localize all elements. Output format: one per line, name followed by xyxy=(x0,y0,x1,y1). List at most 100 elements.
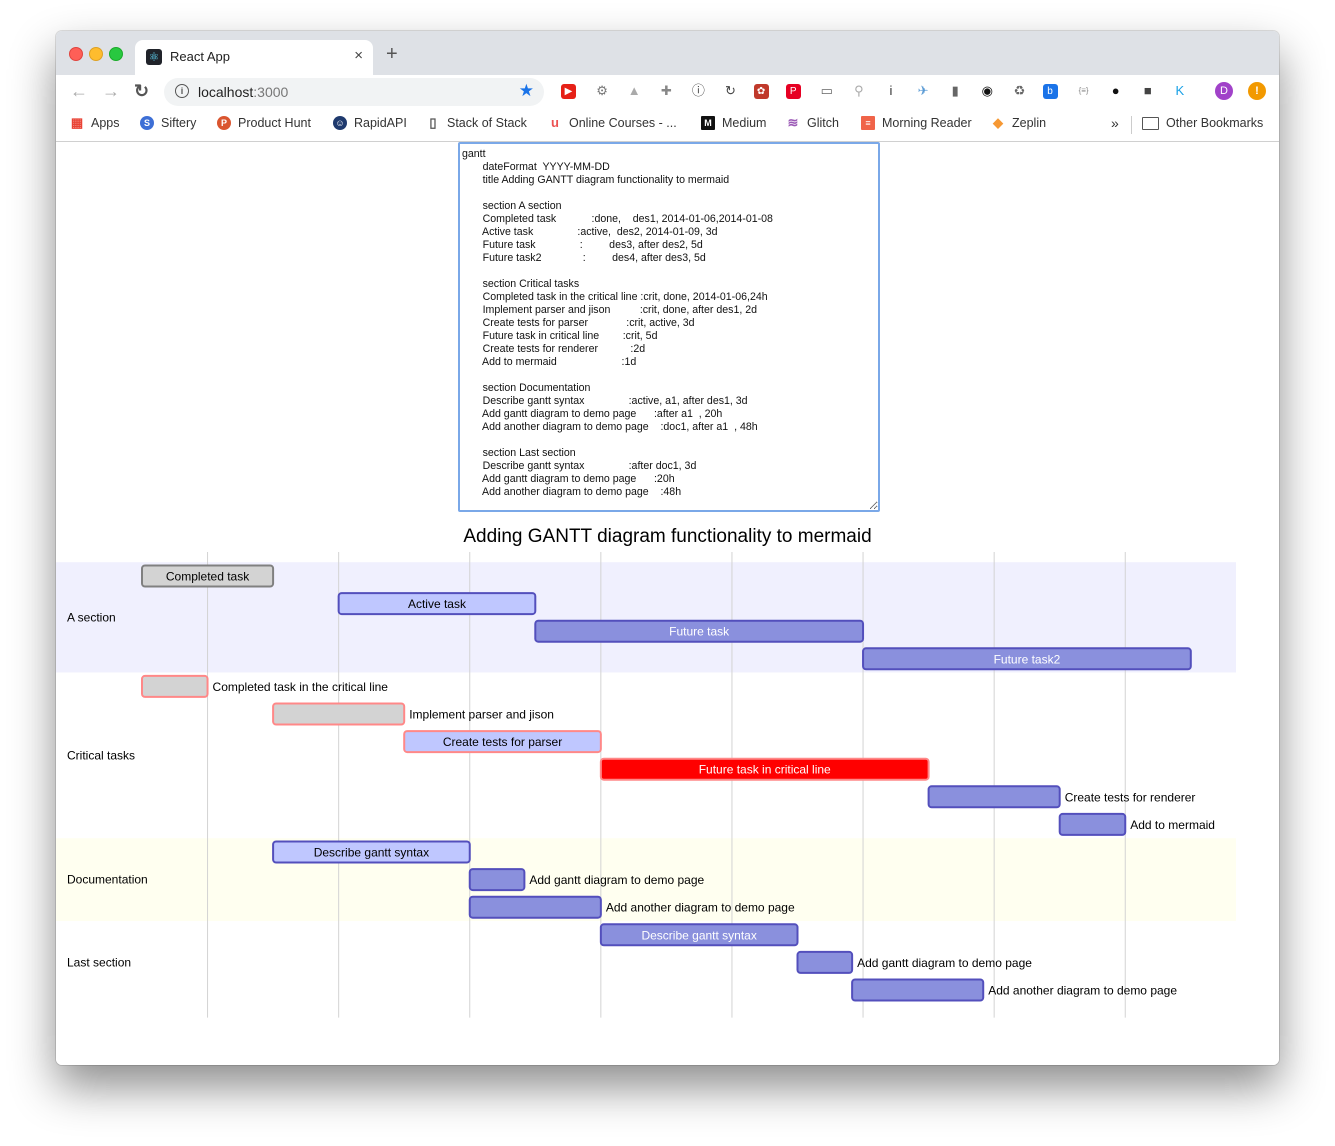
task-label: Add gantt diagram to demo page xyxy=(529,873,704,887)
bookmark-morning-reader[interactable]: ≡ Morning Reader xyxy=(861,116,972,130)
section-label: Documentation xyxy=(67,873,148,887)
task-bar[interactable] xyxy=(468,868,526,892)
bookmark-online-courses[interactable]: u Online Courses - ... xyxy=(548,115,677,131)
dot-ext-icon[interactable]: ● xyxy=(1107,82,1125,100)
bookmark-apps[interactable]: ▦ Apps xyxy=(70,115,120,131)
eye-ext-icon[interactable]: ◉ xyxy=(978,82,996,100)
bookmark-label: Stack of Stack xyxy=(447,116,527,130)
task-bar[interactable] xyxy=(1058,812,1127,836)
back-button[interactable]: ← xyxy=(70,81,88,102)
page-content: Adding GANTT diagram functionality to me… xyxy=(56,142,1279,1065)
bookmark-label: Online Courses - ... xyxy=(569,116,677,130)
section-label: A section xyxy=(67,610,116,624)
bookmarks-bar: ▦ Apps S Siftery P Product Hunt ☺ RapidAPI ▯ Stac… xyxy=(56,109,1279,142)
maximize-window-button[interactable] xyxy=(109,47,123,61)
udemy-icon: u xyxy=(551,115,559,130)
profile-avatar[interactable]: D xyxy=(1215,82,1233,100)
close-tab-icon[interactable]: × xyxy=(354,47,363,64)
close-window-button[interactable] xyxy=(69,47,83,61)
task-bar[interactable] xyxy=(796,950,854,974)
recycle-ext-icon[interactable]: ♻ xyxy=(1010,82,1028,100)
tab-react-app[interactable]: ⚛ React App × xyxy=(135,40,373,75)
other-bookmarks[interactable]: Other Bookmarks xyxy=(1142,116,1263,130)
browser-window: ⚛ React App × + ← → ↻ i localhost:3000 ★… xyxy=(56,31,1279,1065)
bookmark-glitch[interactable]: ≋ Glitch xyxy=(786,116,839,131)
zeplin-icon: ◆ xyxy=(993,115,1003,130)
task-label: Future task xyxy=(669,625,730,639)
bookmark-siftery[interactable]: S Siftery xyxy=(140,116,196,130)
pinterest-ext-icon[interactable]: P xyxy=(785,84,801,99)
section-label: Last section xyxy=(67,955,131,969)
camera-ext-icon[interactable]: ■ xyxy=(1139,82,1157,100)
info2-ext-icon[interactable]: i xyxy=(882,82,900,100)
rapidapi-icon: ☺ xyxy=(333,116,347,130)
tab-strip: ⚛ React App × + xyxy=(56,31,1279,75)
url-text[interactable]: localhost:3000 xyxy=(198,84,288,100)
cast-ext-icon[interactable]: ▭ xyxy=(818,82,836,100)
minimize-window-button[interactable] xyxy=(89,47,103,61)
task-bar[interactable] xyxy=(141,674,209,698)
siftery-icon: S xyxy=(140,116,154,130)
bookmark-label: Siftery xyxy=(161,116,197,130)
bookmark-label: Medium xyxy=(722,116,767,130)
browser-toolbar: ← → ↻ i localhost:3000 ★ ▶ ⚙ ▲ ✚ ⓘ ↻ ✿ P ▭ ⚲ i ✈ ▮ ◉ ♻… xyxy=(56,75,1279,109)
url-port: :3000 xyxy=(253,84,289,100)
search-ext-icon[interactable]: ⚲ xyxy=(850,82,868,100)
page-icon: ▯ xyxy=(429,115,437,130)
bookmark-label: RapidAPI xyxy=(354,116,407,130)
panel-ext-icon[interactable]: ▮ xyxy=(946,82,964,100)
info-ext-icon[interactable]: ⓘ xyxy=(689,82,707,100)
task-label: Add another diagram to demo page xyxy=(988,984,1177,998)
medium-icon: M xyxy=(701,116,715,130)
mermaid-code-editor[interactable] xyxy=(458,142,880,512)
dog-ext-icon[interactable]: ✿ xyxy=(753,84,769,99)
bookmark-stack-of-stack[interactable]: ▯ Stack of Stack xyxy=(426,115,527,131)
chart-title: Adding GANTT diagram functionality to me… xyxy=(463,526,871,547)
url-host: localhost xyxy=(198,84,254,100)
alert-icon[interactable]: ! xyxy=(1248,82,1266,100)
reload-button[interactable]: ↻ xyxy=(134,81,149,102)
bookmarks-divider xyxy=(1131,116,1132,134)
ufo-ext-icon[interactable]: ✈ xyxy=(914,82,932,100)
bookmark-medium[interactable]: M Medium xyxy=(701,116,766,130)
bookmark-rapidapi[interactable]: ☺ RapidAPI xyxy=(333,116,407,130)
task-label: Add another diagram to demo page xyxy=(606,901,795,915)
morning-reader-icon: ≡ xyxy=(861,116,875,130)
task-label: Create tests for parser xyxy=(443,735,562,749)
bookmark-label: Product Hunt xyxy=(238,116,311,130)
section-label: Critical tasks xyxy=(67,748,135,762)
bookmark-label: Apps xyxy=(91,116,120,130)
task-label: Completed task xyxy=(166,570,250,584)
bookmarks-overflow-button[interactable]: » xyxy=(1111,115,1119,131)
new-tab-button[interactable]: + xyxy=(386,43,398,66)
settings-ext-icon[interactable]: ⚙ xyxy=(593,82,611,100)
json-ext-icon[interactable]: {≡} xyxy=(1075,82,1093,100)
apps-grid-icon: ▦ xyxy=(70,115,84,130)
video-ext-icon[interactable]: ▶ xyxy=(561,84,576,99)
task-label: Add to mermaid xyxy=(1130,818,1215,832)
task-bar[interactable] xyxy=(272,702,406,726)
task-label: Implement parser and jison xyxy=(409,708,554,722)
p-ext-icon[interactable]: b xyxy=(1042,84,1058,99)
k-ext-icon[interactable]: K xyxy=(1171,82,1189,100)
sync-ext-icon[interactable]: ↻ xyxy=(722,82,740,100)
task-label: Add gantt diagram to demo page xyxy=(857,956,1032,970)
forward-button[interactable]: → xyxy=(102,81,120,102)
site-info-icon[interactable]: i xyxy=(175,84,189,98)
section-band xyxy=(56,672,1236,839)
bookmark-star-icon[interactable]: ★ xyxy=(519,81,534,101)
task-bar[interactable] xyxy=(468,895,602,919)
bookmark-product-hunt[interactable]: P Product Hunt xyxy=(217,116,311,130)
react-logo-icon: ⚛ xyxy=(146,49,162,65)
bookmark-zeplin[interactable]: ◆ Zeplin xyxy=(991,115,1046,131)
drive-ext-icon[interactable]: ▲ xyxy=(625,82,643,100)
task-label: Describe gantt syntax xyxy=(641,928,756,942)
task-label: Future task2 xyxy=(994,652,1061,666)
puzzle-ext-icon[interactable]: ✚ xyxy=(657,82,675,100)
task-bar[interactable] xyxy=(927,785,1061,809)
task-label: Create tests for renderer xyxy=(1065,790,1196,804)
other-bookmarks-label: Other Bookmarks xyxy=(1166,116,1264,130)
task-bar[interactable] xyxy=(851,978,985,1002)
gantt-chart: Adding GANTT diagram functionality to me… xyxy=(56,526,1236,1018)
address-bar[interactable]: i localhost:3000 ★ xyxy=(164,78,544,106)
